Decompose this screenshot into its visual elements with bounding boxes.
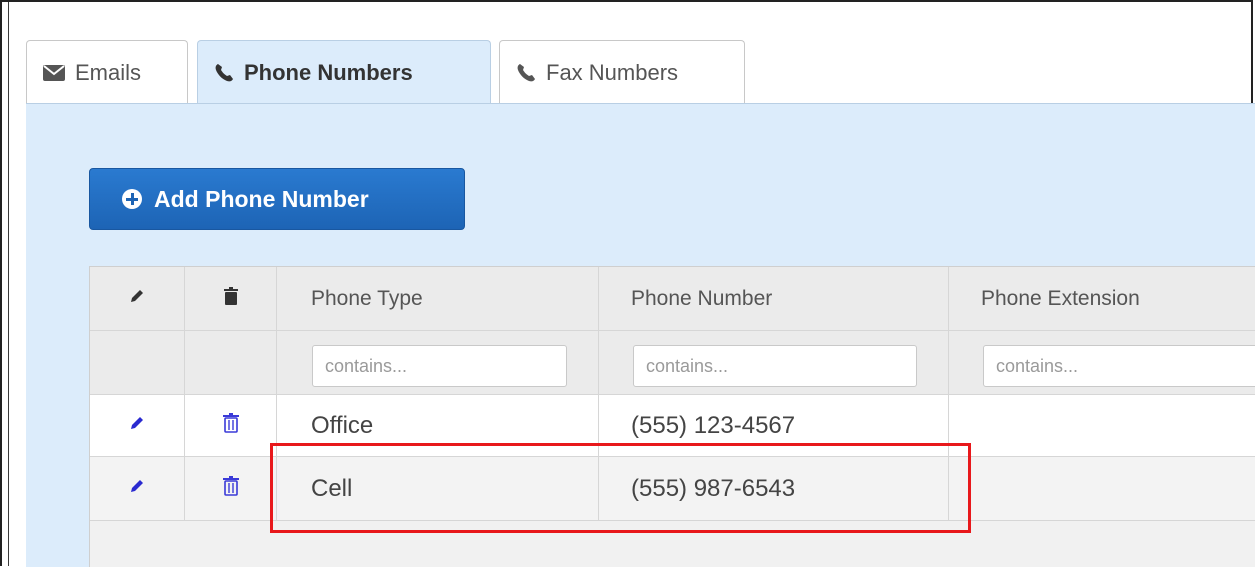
trash-icon[interactable] [222, 476, 239, 501]
grid-header-row: Phone Type Phone Number Phone Extension [90, 267, 1255, 331]
phone-type-header-label: Phone Type [311, 286, 423, 310]
phone-number-value: (555) 123-4567 [631, 411, 796, 439]
delete-column-header [185, 267, 277, 330]
filter-cell-empty [90, 331, 185, 394]
phone-extension-header-label: Phone Extension [981, 286, 1140, 310]
grid-filter-row [90, 331, 1255, 395]
phone-type-filter-input[interactable] [312, 345, 567, 387]
phone-icon [516, 63, 536, 83]
phone-number-header-label: Phone Number [631, 286, 773, 310]
table-row: Office (555) 123-4567 [90, 395, 1255, 457]
phone-icon [214, 63, 234, 83]
plus-circle-icon [122, 189, 142, 209]
pencil-icon[interactable] [128, 414, 146, 437]
tab-fax-numbers-label: Fax Numbers [546, 59, 679, 85]
frame-divider [8, 2, 9, 566]
phone-number-cell: (555) 123-4567 [599, 395, 949, 456]
delete-cell [185, 457, 277, 520]
tab-phone-numbers-label: Phone Numbers [244, 59, 413, 85]
table-row: Cell (555) 987-6543 [90, 457, 1255, 521]
phone-numbers-panel: Add Phone Number Phone Type Phone Number [26, 103, 1255, 567]
edit-column-header [90, 267, 185, 330]
phone-type-column-header[interactable]: Phone Type [277, 267, 599, 330]
phone-type-value: Office [311, 411, 374, 439]
phone-extension-cell [949, 457, 1255, 520]
trash-icon [223, 287, 238, 310]
phone-number-filter-input[interactable] [633, 345, 917, 387]
add-phone-number-button[interactable]: Add Phone Number [89, 168, 465, 230]
tab-fax-numbers[interactable]: Fax Numbers [499, 40, 745, 104]
tab-phone-numbers[interactable]: Phone Numbers [197, 40, 491, 104]
phone-number-column-header[interactable]: Phone Number [599, 267, 949, 330]
envelope-icon [43, 64, 65, 81]
pencil-icon [128, 287, 146, 310]
trash-icon[interactable] [222, 413, 239, 438]
pencil-icon[interactable] [128, 477, 146, 500]
phone-number-cell: (555) 987-6543 [599, 457, 949, 520]
phone-numbers-grid: Phone Type Phone Number Phone Extension [89, 266, 1255, 567]
add-phone-number-label: Add Phone Number [154, 185, 369, 212]
phone-extension-column-header[interactable]: Phone Extension [949, 267, 1255, 330]
phone-extension-cell [949, 395, 1255, 456]
edit-cell [90, 457, 185, 520]
delete-cell [185, 395, 277, 456]
phone-type-cell: Office [277, 395, 599, 456]
filter-cell-empty [185, 331, 277, 394]
tab-emails-label: Emails [75, 59, 142, 85]
phone-type-cell: Cell [277, 457, 599, 520]
phone-type-value: Cell [311, 474, 353, 502]
phone-extension-filter-input[interactable] [983, 345, 1255, 387]
edit-cell [90, 395, 185, 456]
tab-emails[interactable]: Emails [26, 40, 188, 104]
phone-number-value: (555) 987-6543 [631, 474, 796, 502]
